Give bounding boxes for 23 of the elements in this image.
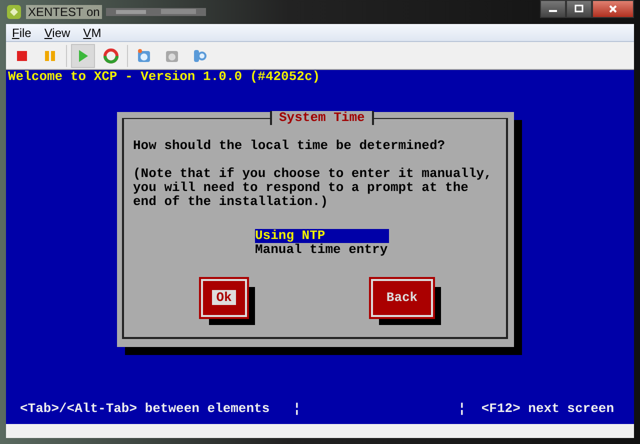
maximize-icon: [574, 4, 584, 14]
status-hint: <Tab>/<Alt-Tab> between elements ¦: [20, 400, 301, 416]
dialog-button[interactable]: Back: [371, 279, 433, 317]
play-button[interactable]: [71, 44, 95, 68]
dialog-button[interactable]: Ok: [201, 279, 247, 317]
menu-item[interactable]: VM: [83, 26, 102, 40]
console-header: Welcome to XCP - Version 1.0.0 (#42052c): [7, 70, 322, 84]
list-option[interactable]: Using NTP: [255, 229, 389, 243]
note-text: end of the installation.): [133, 195, 330, 209]
dialog-title: System Time: [270, 111, 374, 125]
note-text: (Note that if you choose to enter it manually,: [133, 167, 493, 181]
list-option[interactable]: Manual time entry: [255, 243, 389, 257]
note-text: you will need to respond to a prompt at the: [133, 181, 470, 195]
app-icon: [6, 4, 22, 20]
close-button[interactable]: [592, 0, 634, 18]
maximize-button[interactable]: [566, 0, 592, 18]
status-hint: ¦ <F12> next screen: [458, 400, 614, 416]
window-title: XENTEST on: [26, 5, 102, 19]
question-text: How should the local time be determined?: [133, 139, 446, 153]
close-icon: [608, 4, 618, 14]
menu-item[interactable]: View: [44, 26, 70, 40]
menu-item[interactable]: File: [12, 26, 32, 40]
minimize-button[interactable]: [540, 0, 566, 18]
